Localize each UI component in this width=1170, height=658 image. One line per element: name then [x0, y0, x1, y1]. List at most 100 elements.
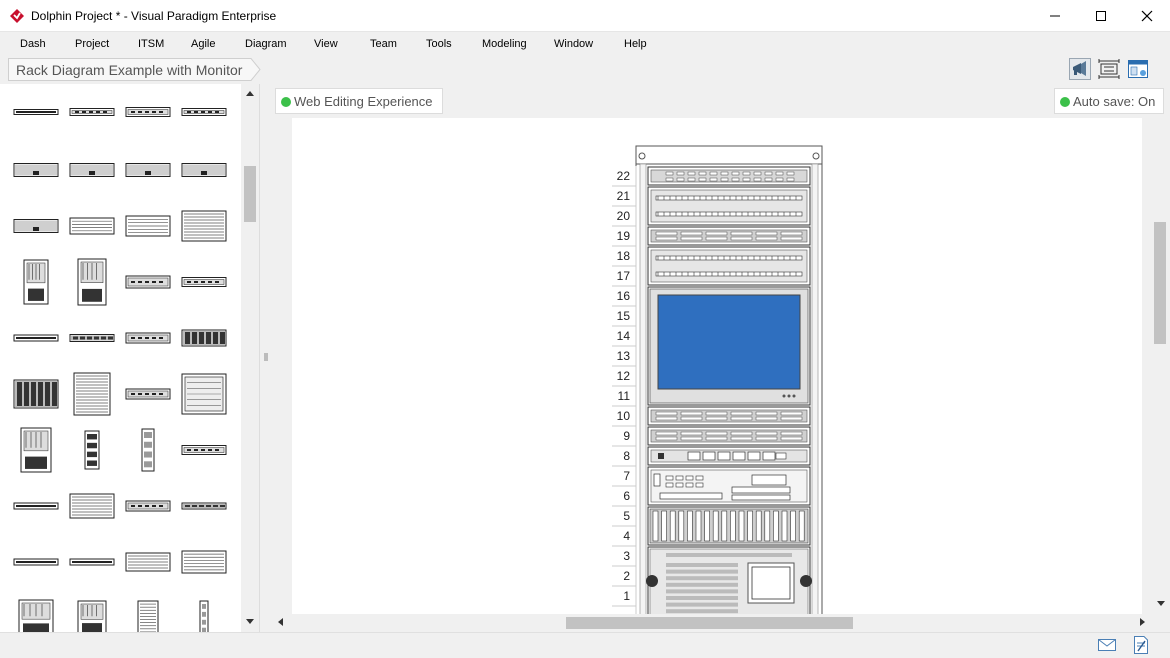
canvas-horizontal-scroll-thumb[interactable]: [566, 617, 853, 629]
palette-item[interactable]: [13, 558, 59, 566]
scroll-right-arrow-icon[interactable]: [1139, 617, 1147, 627]
palette-item[interactable]: [125, 215, 171, 237]
unit-number-label: 6: [623, 489, 630, 503]
palette-item[interactable]: [125, 332, 171, 344]
announcement-icon[interactable]: [1069, 58, 1091, 80]
palette-item[interactable]: [69, 217, 115, 235]
canvas-vertical-scroll-thumb[interactable]: [1154, 222, 1166, 344]
rack-device-switch[interactable]: [647, 166, 811, 186]
rack-top-cap: [635, 145, 823, 165]
palette-item[interactable]: [181, 277, 227, 287]
palette-item[interactable]: [77, 600, 107, 632]
palette-item[interactable]: [18, 599, 54, 632]
close-icon: [1141, 10, 1153, 22]
palette-item[interactable]: [125, 107, 171, 117]
palette-item[interactable]: [23, 259, 49, 305]
rack-device-storage[interactable]: [647, 466, 811, 506]
rack-left-rail: [639, 163, 647, 614]
rack-device-server[interactable]: [647, 426, 811, 446]
menu-modeling[interactable]: Modeling: [482, 38, 527, 50]
rack-device-patch-panel[interactable]: [647, 246, 811, 286]
unit-number-label: 12: [617, 369, 631, 383]
palette-item[interactable]: [181, 502, 227, 510]
palette-item[interactable]: [77, 258, 107, 306]
palette-item[interactable]: [13, 163, 59, 177]
palette-item[interactable]: [125, 388, 171, 400]
rack-diagram[interactable]: 22212019181716151413121110987654321: [292, 118, 1142, 614]
palette-item[interactable]: [181, 210, 227, 242]
palette-item[interactable]: [199, 600, 209, 632]
menu-team[interactable]: Team: [370, 38, 397, 50]
scroll-up-arrow-icon[interactable]: [245, 90, 255, 98]
palette-item[interactable]: [20, 427, 52, 473]
palette-scroll-thumb[interactable]: [244, 166, 256, 222]
palette-item[interactable]: [137, 600, 159, 632]
palette-item[interactable]: [13, 334, 59, 342]
diagram-canvas[interactable]: 22 21 20 19 18 17 16 15 14 13 12 11 10 9 8 7 6 5 4 3 2 1: [292, 118, 1142, 614]
palette-item[interactable]: [13, 502, 59, 510]
monitor-screen: [657, 294, 801, 390]
palette-item[interactable]: [69, 163, 115, 177]
menu-help[interactable]: Help: [624, 38, 647, 50]
maximize-button[interactable]: [1078, 0, 1124, 32]
panel-splitter[interactable]: [260, 84, 272, 632]
palette-item[interactable]: [69, 108, 115, 116]
rack-device-server[interactable]: [647, 226, 811, 246]
minimize-button[interactable]: [1032, 0, 1078, 32]
canvas-vertical-scrollbar[interactable]: [1152, 118, 1170, 614]
menu-window[interactable]: Window: [554, 38, 593, 50]
scroll-down-arrow-icon[interactable]: [245, 618, 255, 626]
menu-dash[interactable]: Dash: [20, 38, 46, 50]
rack-device-patch-panel[interactable]: [647, 186, 811, 226]
palette-item[interactable]: [181, 329, 227, 347]
palette-item[interactable]: [125, 500, 171, 512]
web-editing-badge[interactable]: Web Editing Experience: [275, 88, 443, 114]
status-bar: [0, 632, 1170, 658]
menu-agile[interactable]: Agile: [191, 38, 215, 50]
unit-number-label: 2: [623, 569, 630, 583]
unit-number-label: 7: [623, 469, 630, 483]
fit-diagram-icon[interactable]: [1098, 58, 1120, 80]
menu-tools[interactable]: Tools: [426, 38, 452, 50]
unit-number-label: 5: [623, 509, 630, 523]
palette-item[interactable]: [69, 558, 115, 566]
rack-device-monitor[interactable]: [647, 286, 811, 406]
menu-itsm[interactable]: ITSM: [138, 38, 164, 50]
palette-item[interactable]: [181, 550, 227, 574]
palette-item[interactable]: [125, 552, 171, 572]
palette-item[interactable]: [181, 108, 227, 116]
palette-item[interactable]: [181, 163, 227, 177]
mail-icon[interactable]: [1098, 638, 1116, 652]
menu-bar: Dash Project ITSM Agile Diagram View Tea…: [0, 32, 1170, 56]
palette-item[interactable]: [141, 428, 155, 472]
palette-item[interactable]: [73, 372, 111, 416]
scroll-left-arrow-icon[interactable]: [277, 617, 285, 627]
auto-save-badge[interactable]: Auto save: On: [1054, 88, 1164, 114]
palette-item[interactable]: [181, 373, 227, 415]
rack-device-server[interactable]: [647, 406, 811, 426]
rack-device-storage-server[interactable]: [646, 546, 812, 614]
palette-item[interactable]: [13, 109, 59, 115]
palette-item[interactable]: [69, 493, 115, 519]
palette-item[interactable]: [69, 334, 115, 342]
menu-view[interactable]: View: [314, 38, 338, 50]
palette-shapes: [13, 107, 227, 632]
status-dot-icon: [1060, 97, 1070, 107]
breadcrumb[interactable]: Rack Diagram Example with Monitor: [8, 58, 261, 81]
rack-device-blade-chassis[interactable]: [647, 506, 811, 546]
close-button[interactable]: [1124, 0, 1170, 32]
palette-item[interactable]: [84, 430, 100, 470]
palette-item[interactable]: [125, 163, 171, 177]
menu-project[interactable]: Project: [75, 38, 109, 50]
rack-device-router[interactable]: [647, 446, 811, 466]
panel-layout-icon[interactable]: [1127, 58, 1149, 80]
unit-number-label: 16: [617, 289, 631, 303]
rack-right-rail: [811, 163, 819, 614]
scroll-down-arrow-icon[interactable]: [1156, 600, 1166, 608]
palette-item[interactable]: [13, 219, 59, 233]
palette-item[interactable]: [125, 275, 171, 289]
menu-diagram[interactable]: Diagram: [245, 38, 287, 50]
palette-item[interactable]: [181, 445, 227, 455]
notes-icon[interactable]: [1133, 635, 1149, 655]
palette-item[interactable]: [13, 379, 59, 409]
